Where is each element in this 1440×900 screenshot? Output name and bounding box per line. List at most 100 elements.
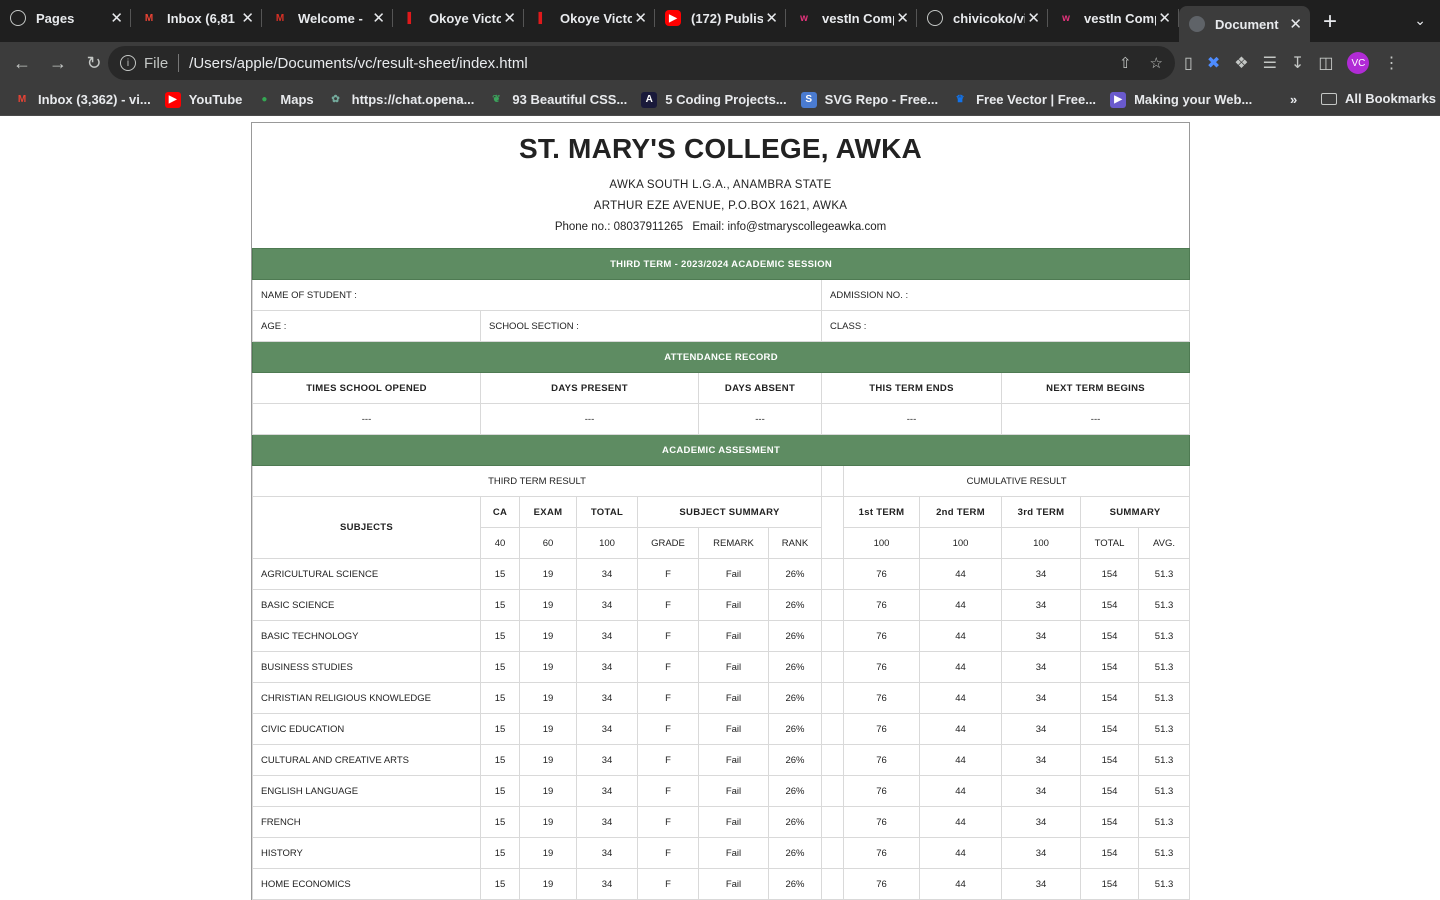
tab-close-icon[interactable]: ✕ bbox=[1289, 15, 1302, 33]
tab-close-icon[interactable]: ✕ bbox=[372, 9, 385, 27]
download-icon[interactable]: ↧ bbox=[1291, 53, 1304, 73]
tab[interactable]: Document ✕ bbox=[1179, 6, 1310, 42]
tab-close-icon[interactable]: ✕ bbox=[503, 9, 516, 27]
tab[interactable]: chivicoko/vi ✕ bbox=[917, 0, 1048, 36]
bookmark-label: SVG Repo - Free... bbox=[824, 92, 939, 107]
all-bookmarks-label: All Bookmarks bbox=[1345, 91, 1437, 106]
exam-header: EXAM bbox=[519, 496, 577, 528]
address-bar[interactable]: i File /Users/apple/Documents/vc/result-… bbox=[108, 46, 1175, 80]
tab[interactable]: w vestIn Comp ✕ bbox=[786, 0, 917, 36]
cell-cum-total: 154 bbox=[1080, 868, 1139, 900]
reload-icon[interactable]: ↻ bbox=[78, 47, 110, 79]
cell-t3: 34 bbox=[1001, 713, 1081, 745]
bookmark-item[interactable]: ♛ Free Vector | Free... bbox=[952, 92, 1096, 108]
bookmark-item[interactable]: ▶ YouTube bbox=[164, 91, 242, 108]
table-row: AGRICULTURAL SCIENCE 15 19 34 F Fail 26% 76 44 34… bbox=[252, 558, 1191, 590]
cell-rank: 26% bbox=[768, 868, 822, 900]
bookmark-star-icon[interactable]: ☆ bbox=[1150, 54, 1163, 72]
student-name-field: NAME OF STUDENT : bbox=[252, 279, 822, 311]
cell-grade: F bbox=[637, 651, 699, 683]
cell-cum-total: 154 bbox=[1080, 806, 1139, 838]
tab-title: chivicoko/vi bbox=[953, 10, 1025, 26]
bookmark-label: Inbox (3,362) - vi... bbox=[38, 92, 151, 107]
bookmark-item[interactable]: ● Maps bbox=[256, 92, 313, 108]
school-contact: Phone no.: 08037911265 Email: info@stmar… bbox=[252, 221, 1189, 233]
tab-search-chevron-icon[interactable]: ⌄ bbox=[1414, 12, 1426, 29]
share-icon[interactable]: ⇧ bbox=[1119, 54, 1132, 72]
tab[interactable]: ▌ Okoye Victo ✕ bbox=[524, 0, 655, 36]
tab-close-icon[interactable]: ✕ bbox=[110, 9, 123, 27]
school-email: Email: info@stmaryscollegeawka.com bbox=[692, 221, 887, 233]
tab-title: Inbox (6,81 bbox=[167, 10, 235, 26]
cell-exam: 19 bbox=[519, 651, 577, 683]
column-gap bbox=[821, 589, 844, 621]
extensions-puzzle-icon[interactable]: ❖ bbox=[1234, 53, 1248, 73]
bookmark-list: M Inbox (3,362) - vi... ▶ YouTube ● Maps ✿ http… bbox=[0, 91, 1252, 108]
tab[interactable]: ▶ (172) Publis ✕ bbox=[655, 0, 786, 36]
cell-t3: 34 bbox=[1001, 775, 1081, 807]
remark-subheader: REMARK bbox=[698, 527, 769, 559]
cell-cum-total: 154 bbox=[1080, 775, 1139, 807]
table-row: ENGLISH LANGUAGE 15 19 34 F Fail 26% 76 44 34 154 5… bbox=[252, 775, 1191, 807]
address-url[interactable]: /Users/apple/Documents/vc/result-sheet/i… bbox=[189, 55, 527, 72]
bookmark-item[interactable]: ❦ 93 Beautiful CSS... bbox=[488, 92, 627, 108]
all-bookmarks-button[interactable]: All Bookmarks bbox=[1321, 91, 1436, 106]
tab-close-icon[interactable]: ✕ bbox=[634, 9, 647, 27]
new-tab-button[interactable]: + bbox=[1310, 4, 1350, 40]
forward-arrow-icon[interactable]: → bbox=[42, 47, 74, 79]
profile-avatar[interactable]: VC bbox=[1347, 52, 1370, 74]
attendance-header: NEXT TERM BEGINS bbox=[1000, 372, 1191, 404]
exam-max: 60 bbox=[519, 527, 577, 559]
cell-ca: 15 bbox=[480, 806, 520, 838]
grade-subheader: GRADE bbox=[637, 527, 699, 559]
bookmark-item[interactable]: ✿ https://chat.opena... bbox=[328, 92, 474, 108]
tab-title: Okoye Victo bbox=[560, 10, 632, 26]
side-panel-icon[interactable]: ◫ bbox=[1318, 53, 1333, 73]
cell-total: 34 bbox=[576, 682, 638, 714]
tab-close-icon[interactable]: ✕ bbox=[896, 9, 909, 27]
cell-rank: 26% bbox=[768, 682, 822, 714]
menu-kebab-icon[interactable]: ⋮ bbox=[1383, 53, 1399, 73]
cell-exam: 19 bbox=[519, 620, 577, 652]
tab[interactable]: ▌ Okoye Victo ✕ bbox=[393, 0, 524, 36]
tab-close-icon[interactable]: ✕ bbox=[1158, 9, 1171, 27]
more-bookmarks-button[interactable]: » bbox=[1290, 92, 1297, 107]
extension-translate-icon[interactable]: ✖ bbox=[1207, 53, 1220, 73]
cell-grade: F bbox=[637, 837, 699, 869]
assessment-banner: ACADEMIC ASSESMENT bbox=[251, 434, 1191, 466]
ca-max: 40 bbox=[480, 527, 520, 559]
column-gap bbox=[821, 651, 844, 683]
subject-name: FRENCH bbox=[252, 806, 481, 838]
info-icon[interactable]: i bbox=[120, 55, 136, 71]
tab-close-icon[interactable]: ✕ bbox=[241, 9, 254, 27]
tab-close-icon[interactable]: ✕ bbox=[1027, 9, 1040, 27]
tab[interactable]: M Inbox (6,81 ✕ bbox=[131, 0, 262, 36]
bookmark-item[interactable]: ▶ Making your Web... bbox=[1110, 91, 1252, 108]
cell-t2: 44 bbox=[919, 775, 1002, 807]
tab[interactable]: M Welcome - ✕ bbox=[262, 0, 393, 36]
cell-avg: 51.3 bbox=[1137, 558, 1191, 590]
cell-grade: F bbox=[637, 775, 699, 807]
cell-total: 34 bbox=[576, 868, 638, 900]
extension-docs-icon[interactable]: ▯ bbox=[1184, 53, 1193, 73]
cell-exam: 19 bbox=[519, 744, 577, 776]
bookmark-item[interactable]: S SVG Repo - Free... bbox=[800, 91, 939, 108]
cell-t2: 44 bbox=[919, 713, 1002, 745]
tab[interactable]: Pages ✕ bbox=[0, 0, 131, 36]
cell-t3: 34 bbox=[1001, 589, 1081, 621]
cell-exam: 19 bbox=[519, 837, 577, 869]
bookmark-item[interactable]: A 5 Coding Projects... bbox=[641, 91, 787, 108]
column-gap bbox=[821, 465, 844, 497]
mail-icon: M bbox=[275, 12, 285, 24]
cell-avg: 51.3 bbox=[1137, 682, 1191, 714]
tab-close-icon[interactable]: ✕ bbox=[765, 9, 778, 27]
back-arrow-icon[interactable]: ← bbox=[6, 47, 38, 79]
subject-name: CIVIC EDUCATION bbox=[252, 713, 481, 745]
media-queue-icon[interactable]: ☰ bbox=[1263, 53, 1277, 73]
cell-cum-total: 154 bbox=[1080, 558, 1139, 590]
cell-total: 34 bbox=[576, 589, 638, 621]
bookmark-item[interactable]: M Inbox (3,362) - vi... bbox=[14, 92, 151, 108]
youtube-icon: ▶ bbox=[164, 91, 181, 108]
tab[interactable]: w vestIn Comp ✕ bbox=[1048, 0, 1179, 36]
third-term-result-label: THIRD TERM RESULT bbox=[252, 465, 822, 497]
